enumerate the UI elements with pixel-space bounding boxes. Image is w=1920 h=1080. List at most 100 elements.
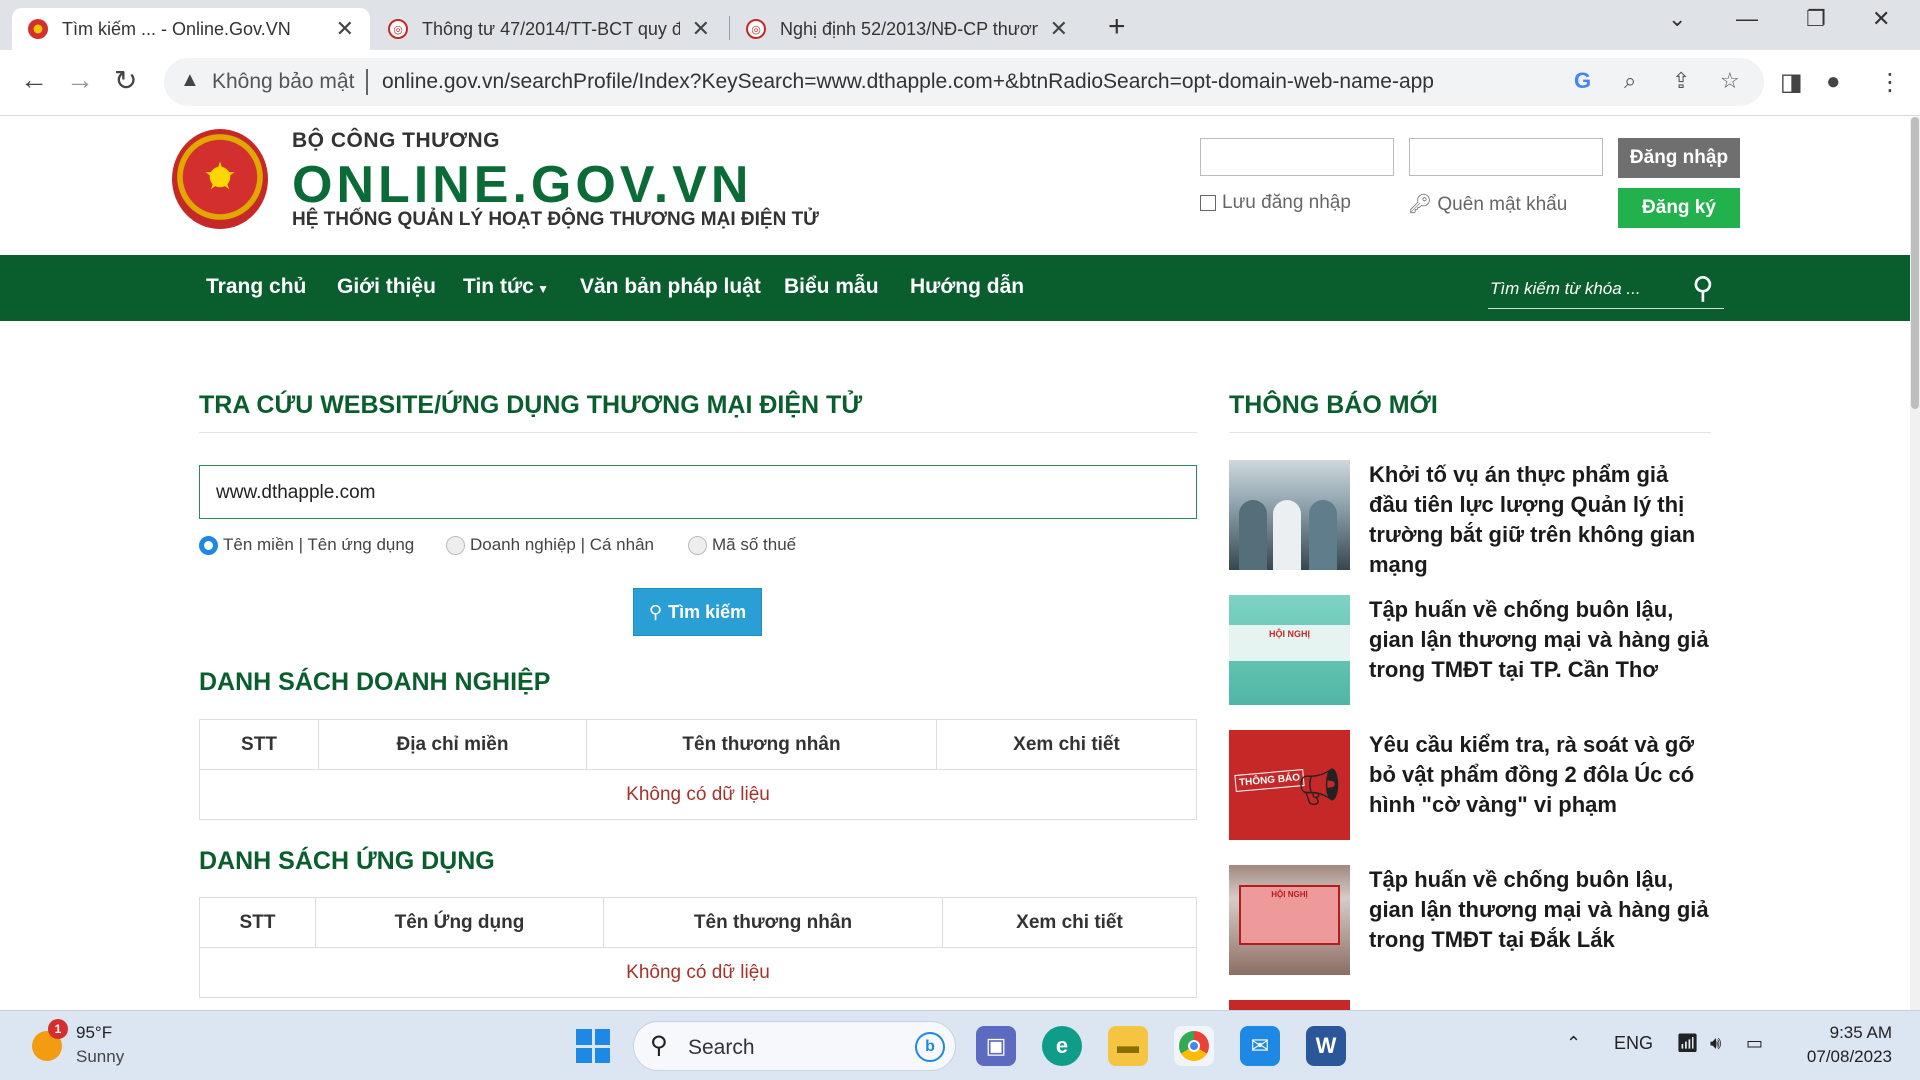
word-icon[interactable]: W [1306,1026,1346,1066]
nav-search-input[interactable]: Tìm kiếm từ khóa ... [1490,279,1641,299]
bing-icon[interactable]: b [915,1032,945,1062]
news-title[interactable]: Khởi tố vụ án thực phẩm giả đầu tiên lực… [1369,460,1709,580]
news-title[interactable]: Yêu cầu kiểm tra, rà soát và gỡ bỏ vật p… [1369,730,1709,820]
reload-icon[interactable]: ↻ [114,64,137,97]
remember-login-checkbox[interactable]: Lưu đăng nhập [1200,192,1351,214]
restore-icon[interactable]: ❐ [1806,6,1826,32]
radio-unselected-icon[interactable] [446,535,465,555]
keyword-search-input[interactable]: www.dthapple.com [199,465,1197,519]
windows-start-icon[interactable] [576,1029,610,1063]
news-item[interactable] [1229,1000,1709,1010]
system-clock[interactable]: 9:35 AM 07/08/2023 [1778,1021,1892,1069]
radio-business-person[interactable]: Doanh nghiệp | Cá nhân [446,535,654,555]
radio-selected-icon[interactable] [199,535,218,555]
news-section-title: THÔNG BÁO MỚI [1229,391,1438,419]
search-icon[interactable]: ⚲ [1692,271,1714,306]
close-tab-icon[interactable]: ✕ [1050,16,1068,42]
site-favicon-icon [28,19,48,39]
teams-chat-icon[interactable]: ▣ [976,1026,1016,1066]
news-thumbnail[interactable]: THÔNG BÁO 📢︎ [1229,730,1350,840]
caret-down-icon: ▼ [533,282,550,296]
warning-triangle-icon[interactable]: ▲ [180,69,200,92]
radio-tax-code[interactable]: Mã số thuế [688,535,796,555]
news-item[interactable]: HỘI NGHỊ Tập huấn về chống buôn lậu, gia… [1229,595,1709,705]
forgot-label: Quên mật khẩu [1437,194,1568,215]
google-icon[interactable]: G [1574,68,1591,94]
side-panel-icon[interactable]: ◨ [1780,68,1803,97]
key-icon: 🔑︎ [1408,194,1433,215]
url-text[interactable]: online.gov.vn/searchProfile/Index?KeySea… [382,70,1434,94]
close-tab-icon[interactable]: ✕ [336,16,354,42]
news-thumbnail[interactable] [1229,460,1350,570]
profile-avatar-icon[interactable]: ● [1826,68,1841,96]
page-scrollbar[interactable] [1910,117,1920,1010]
login-button[interactable]: Đăng nhập [1618,138,1740,178]
news-item[interactable]: THÔNG BÁO 📢︎ Yêu cầu kiểm tra, rà soát v… [1229,730,1709,840]
address-bar[interactable]: ▲ Không bảo mật online.gov.vn/searchProf… [164,58,1764,106]
tab-nghi-dinh[interactable]: ◎ Nghị định 52/2013/NĐ-CP thươn ✕ [730,8,1084,50]
scrollbar-thumb[interactable] [1911,117,1919,409]
news-thumbnail[interactable]: HỘI NGHỊ [1229,865,1350,975]
security-label[interactable]: Không bảo mật [212,70,354,94]
nav-item-about[interactable]: Giới thiệu [337,275,436,299]
radio-unselected-icon[interactable] [688,535,707,555]
divider [1229,432,1711,433]
file-explorer-icon[interactable]: ▬ [1108,1026,1148,1066]
nav-item-forms[interactable]: Biểu mẫu [784,275,879,299]
thumb-banner: HỘI NGHỊ [1229,625,1350,661]
zoom-icon[interactable]: ⌕ [1624,68,1636,94]
nav-item-home[interactable]: Trang chủ [206,275,306,299]
site-name[interactable]: ONLINE.GOV.VN [292,155,752,215]
news-title[interactable]: Tập huấn về chống buôn lậu, gian lận thư… [1369,595,1709,685]
nav-search-box[interactable]: Tìm kiếm từ khóa ... ⚲ [1488,271,1724,309]
forgot-password-link[interactable]: 🔑︎ Quên mật khẩu [1408,192,1567,216]
nav-item-guide[interactable]: Hướng dẫn [910,275,1024,299]
news-title[interactable]: Tập huấn về chống buôn lậu, gian lận thư… [1369,865,1709,955]
battery-icon[interactable]: ▭ [1746,1033,1763,1054]
register-button[interactable]: Đăng ký [1618,188,1740,228]
wifi-icon[interactable]: 📶︎ [1676,1033,1699,1054]
clock-date: 07/08/2023 [1806,1047,1892,1066]
browser-toolbar: ← → ↻ ▲ Không bảo mật online.gov.vn/sear… [0,50,1920,116]
nav-item-legal-docs[interactable]: Văn bản pháp luật [580,275,761,299]
weather-temperature[interactable]: 95°F [76,1023,112,1043]
taskbar-search-box[interactable]: ⚲ Search b [633,1021,956,1071]
minimize-icon[interactable]: — [1736,6,1758,32]
news-thumbnail[interactable] [1229,1000,1350,1010]
tab-search-chevron-icon[interactable]: ⌄ [1668,6,1686,32]
edge-browser-icon[interactable]: e [1042,1026,1082,1066]
password-field[interactable] [1409,138,1603,176]
chrome-icon[interactable] [1174,1026,1214,1066]
show-hidden-icons-chevron-icon[interactable]: ⌃ [1566,1033,1581,1054]
username-field[interactable] [1200,138,1394,176]
new-tab-button[interactable]: + [1108,10,1126,44]
browser-menu-icon[interactable]: ⋮ [1878,68,1902,97]
news-item[interactable]: Khởi tố vụ án thực phẩm giả đầu tiên lực… [1229,460,1709,577]
column-header: STT [199,719,319,770]
search-button[interactable]: ⚲ Tìm kiếm [633,588,762,636]
bookmark-star-icon[interactable]: ☆ [1720,68,1740,94]
weather-condition[interactable]: Sunny [76,1047,124,1067]
nav-item-news[interactable]: Tin tức ▼ [463,275,549,299]
news-item[interactable]: HỘI NGHỊ Tập huấn về chống buôn lậu, gia… [1229,865,1709,975]
language-indicator[interactable]: ENG [1614,1033,1653,1054]
thumb-text: THÔNG BÁO [1234,769,1305,792]
radio-domain-app[interactable]: Tên miền | Tên ứng dụng [199,535,414,555]
taskbar-search-label: Search [688,1036,755,1059]
mail-icon[interactable]: ✉ [1240,1026,1280,1066]
national-emblem-logo[interactable]: ★ [172,129,268,229]
volume-icon[interactable]: 🔊︎ [1710,1033,1721,1054]
forward-arrow-icon[interactable]: → [66,64,94,96]
site-tagline: HỆ THỐNG QUẢN LÝ HOẠT ĐỘNG THƯƠNG MẠI ĐI… [292,209,819,230]
column-header: Xem chi tiết [942,897,1197,948]
tab-online-gov[interactable]: Tìm kiếm ... - Online.Gov.VN ✕ [12,8,370,50]
column-header: Tên Ứng dụng [315,897,604,948]
close-tab-icon[interactable]: ✕ [692,16,710,42]
share-icon[interactable]: ⇪ [1672,68,1690,94]
close-window-icon[interactable]: ✕ [1872,6,1890,32]
empty-message: Không có dữ liệu [199,769,1197,820]
tab-thong-tu[interactable]: ◎ Thông tư 47/2014/TT-BCT quy đ ✕ [372,8,726,50]
news-thumbnail[interactable]: HỘI NGHỊ [1229,595,1350,705]
checkbox-icon[interactable] [1200,195,1216,211]
back-arrow-icon[interactable]: ← [20,64,48,96]
